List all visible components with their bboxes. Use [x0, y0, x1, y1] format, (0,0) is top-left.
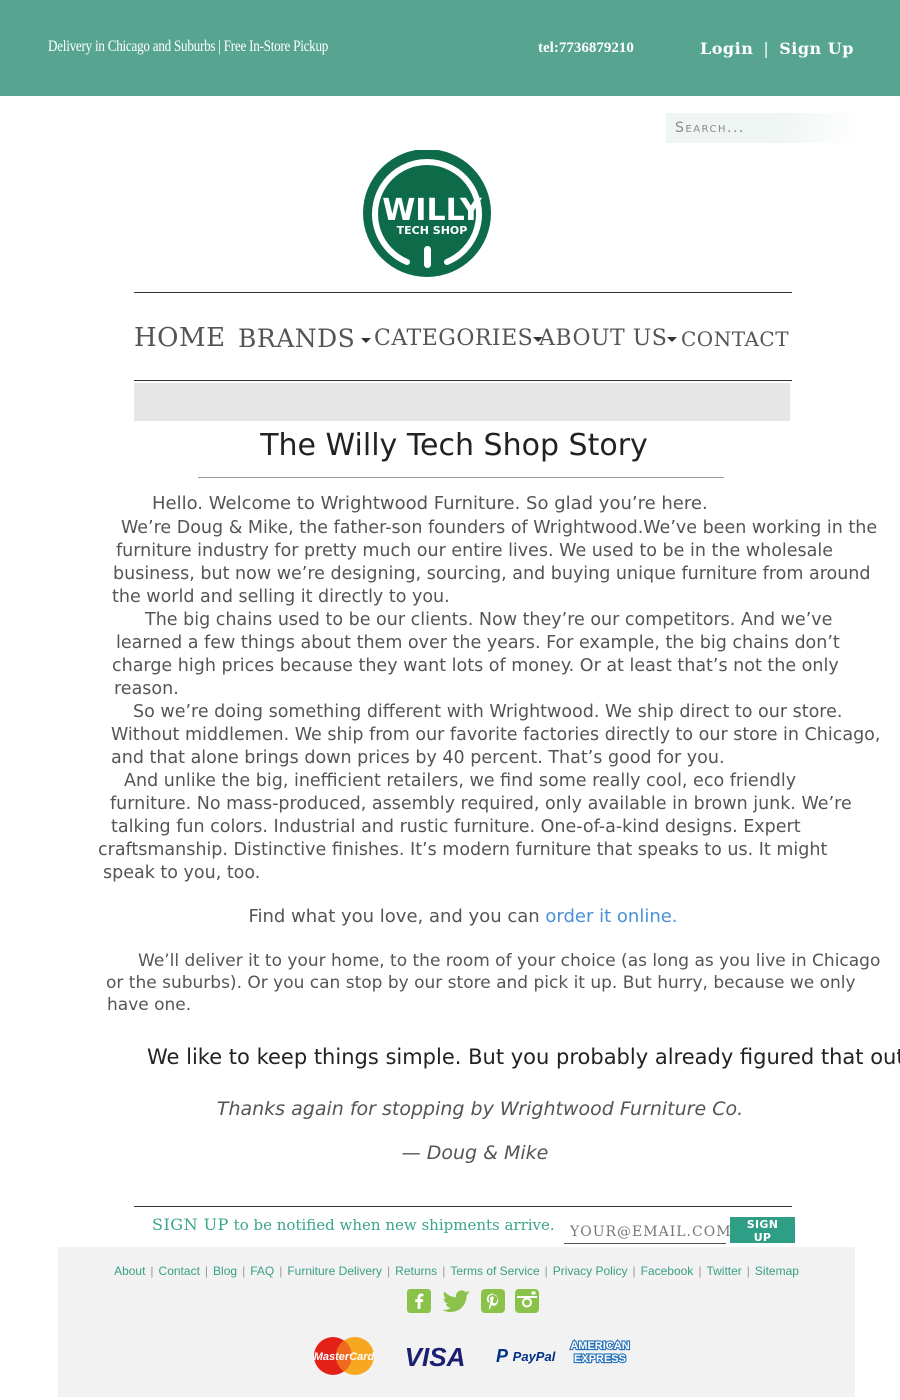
svg-text:P: P	[496, 1346, 509, 1366]
banner-placeholder	[134, 383, 790, 421]
pinterest-icon[interactable]	[480, 1288, 506, 1314]
amex-line2: EXPRESS	[574, 1353, 626, 1365]
amex-line1: AMERICAN	[570, 1340, 629, 1352]
footer-link-returns[interactable]: Returns	[395, 1264, 437, 1278]
thanks-note: Thanks again for stopping by Wrightwood …	[216, 1098, 744, 1120]
story-line: charge high prices because they want lot…	[112, 656, 839, 676]
story-line: Hello. Welcome to Wrightwood Furniture. …	[152, 493, 708, 514]
paypal-icon: P PayPal	[496, 1346, 556, 1366]
footer-link-blog[interactable]: Blog	[213, 1264, 237, 1278]
main-nav: HOME BRANDS CATEGORIES ABOUT US CONTACT	[134, 322, 792, 358]
story-body: Hello. Welcome to Wrightwood Furniture. …	[98, 492, 881, 885]
social-icons	[406, 1288, 546, 1314]
mastercard-icon: MasterCard	[314, 1337, 375, 1375]
order-online-link[interactable]: order it online.	[545, 906, 677, 927]
auth-separator: |	[763, 39, 770, 58]
deliver-line: or the suburbs). Or you can stop by our …	[106, 973, 856, 993]
auth-links: Login | Sign Up	[700, 39, 854, 58]
story-line: speak to you, too.	[103, 863, 261, 883]
footer-link-about[interactable]: About	[114, 1264, 145, 1278]
deliver-line: have one.	[107, 995, 192, 1015]
story-line: So we’re doing something different with …	[133, 702, 843, 722]
delivery-notice: Delivery in Chicago and Suburbs | Free I…	[48, 38, 329, 55]
story-line: business, but now we’re designing, sourc…	[113, 564, 871, 584]
nav-top-rule	[134, 292, 792, 293]
story-line: Without middlemen. We ship from our favo…	[111, 725, 881, 745]
visa-label: VISA	[405, 1342, 466, 1371]
story-line: The big chains used to be our clients. N…	[145, 610, 833, 630]
logo-line2: TECH SHOP	[397, 224, 468, 237]
footer-link-facebook[interactable]: Facebook	[641, 1264, 694, 1278]
deliver-line: We’ll deliver it to your home, to the ro…	[138, 951, 881, 971]
search-input[interactable]	[666, 113, 855, 143]
title-divider	[198, 477, 724, 478]
nav-about-us[interactable]: ABOUT US	[539, 326, 678, 351]
willy-tech-shop-logo[interactable]: WILLY TECH SHOP	[362, 150, 492, 280]
story-line: learned a few things about them over the…	[116, 633, 840, 653]
story-line: We’re Doug & Mike, the father-son founde…	[121, 518, 878, 538]
page-title: The Willy Tech Shop Story	[260, 428, 648, 463]
footer: About | Contact | Blog | FAQ | Furniture Deliver…	[58, 1247, 855, 1397]
payment-methods: MasterCard VISA P PayPal AMERICAN EXPRES…	[308, 1331, 648, 1375]
signup-link[interactable]: Sign Up	[779, 39, 854, 58]
signature: — Doug & Mike	[401, 1142, 549, 1164]
logo-line1: WILLY	[382, 193, 483, 228]
story-line: furniture. No mass-produced, assembly re…	[110, 794, 852, 814]
nav-categories[interactable]: CATEGORIES	[374, 326, 544, 351]
search-box	[666, 113, 858, 143]
instagram-icon[interactable]	[514, 1288, 540, 1314]
story-line: talking fun colors. Industrial and rusti…	[111, 817, 801, 837]
footer-link-faq[interactable]: FAQ	[250, 1264, 274, 1278]
find-paragraph: Find what you love, and you can order it…	[0, 906, 900, 927]
newsletter-label: SIGN UP to be notified when new shipment…	[152, 1215, 555, 1234]
mastercard-label: MasterCard	[314, 1351, 375, 1363]
paypal-label: PayPal	[513, 1349, 556, 1364]
newsletter-signup-button[interactable]: SIGN UP	[730, 1217, 795, 1244]
visa-icon: VISA	[405, 1342, 466, 1371]
footer-link-furniture-delivery[interactable]: Furniture Delivery	[287, 1264, 382, 1278]
deliver-paragraph: We’ll deliver it to your home, to the ro…	[106, 950, 881, 1016]
chevron-down-icon	[667, 336, 678, 342]
top-bar: Delivery in Chicago and Suburbs | Free I…	[0, 0, 900, 96]
nav-brands[interactable]: BRANDS	[238, 324, 372, 353]
twitter-icon[interactable]	[440, 1288, 472, 1314]
newsletter-label-strong: SIGN UP	[152, 1215, 229, 1234]
story-line: reason.	[114, 679, 179, 699]
facebook-icon[interactable]	[406, 1288, 432, 1314]
footer-links: About | Contact | Blog | FAQ | Furniture Deliver…	[114, 1264, 799, 1278]
story-line: and that alone brings down prices by 40 …	[111, 748, 725, 768]
story-line: And unlike the big, inefficient retailer…	[124, 771, 797, 791]
footer-link-terms[interactable]: Terms of Service	[450, 1264, 539, 1278]
email-field[interactable]	[564, 1221, 730, 1243]
simple-statement: We like to keep things simple. But you p…	[147, 1045, 900, 1069]
footer-link-privacy[interactable]: Privacy Policy	[553, 1264, 628, 1278]
nav-bottom-rule	[134, 380, 792, 381]
story-line: the world and selling it directly to you…	[112, 587, 450, 607]
newsletter-label-rest: to be notified when new shipments arrive…	[228, 1216, 555, 1234]
story-line: craftsmanship. Distinctive finishes. It’…	[98, 840, 828, 860]
newsletter-top-rule	[134, 1206, 792, 1207]
amex-icon: AMERICAN EXPRESS	[569, 1339, 631, 1366]
chevron-down-icon	[361, 338, 372, 343]
phone-link[interactable]: tel:7736879210	[538, 40, 634, 57]
nav-home[interactable]: HOME	[134, 323, 226, 353]
login-link[interactable]: Login	[700, 39, 753, 58]
footer-link-twitter[interactable]: Twitter	[706, 1264, 741, 1278]
email-field-wrap	[564, 1221, 730, 1244]
find-text: Find what you love, and you can	[248, 906, 546, 927]
footer-link-contact[interactable]: Contact	[159, 1264, 200, 1278]
nav-contact[interactable]: CONTACT	[681, 327, 789, 351]
footer-link-sitemap[interactable]: Sitemap	[755, 1264, 799, 1278]
story-line: furniture industry for pretty much our e…	[116, 541, 833, 561]
